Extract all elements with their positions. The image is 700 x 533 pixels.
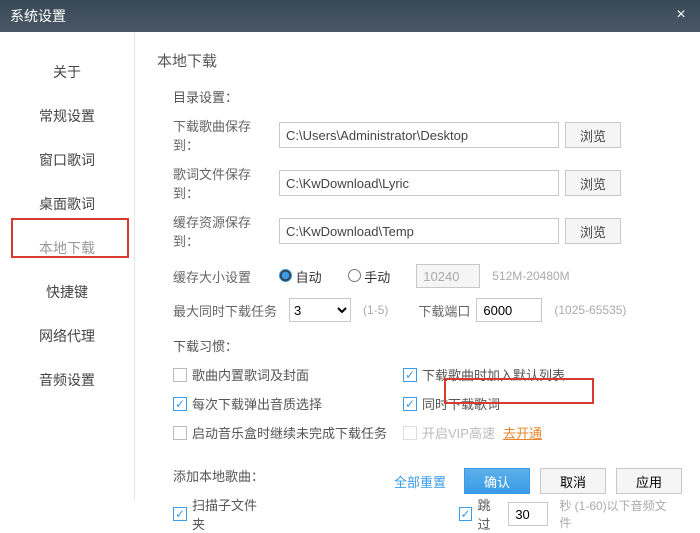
page-title: 本地下载 <box>157 50 678 71</box>
habit-resume[interactable]: 启动音乐盒时继续未完成下载任务 <box>173 423 403 442</box>
tasks-label: 最大同时下载任务 <box>173 301 283 320</box>
tasks-row: 最大同时下载任务 3 (1-5) 下载端口 (1025-65535) <box>157 298 678 322</box>
ok-button[interactable]: 确认 <box>464 468 530 494</box>
cache-size-hint: 512M-20480M <box>492 269 569 283</box>
cache-auto-radio[interactable]: 自动 <box>279 267 322 286</box>
sidebar-item-window-lyric[interactable]: 窗口歌词 <box>0 138 134 182</box>
reset-link[interactable]: 全部重置 <box>394 472 446 491</box>
skip-label: 跳过 <box>477 495 503 533</box>
habit-add-default[interactable]: 下载歌曲时加入默认列表 <box>403 365 633 384</box>
content: 关于 常规设置 窗口歌词 桌面歌词 本地下载 快捷键 网络代理 音频设置 本地下… <box>0 32 700 500</box>
lyric-path-row: 歌词文件保存到： 浏览 <box>157 164 678 202</box>
sidebar-item-about[interactable]: 关于 <box>0 50 134 94</box>
cancel-button[interactable]: 取消 <box>540 468 606 494</box>
song-path-row: 下载歌曲保存到： 浏览 <box>157 116 678 154</box>
cache-manual-radio[interactable]: 手动 <box>348 267 391 286</box>
port-hint: (1025-65535) <box>554 303 626 317</box>
close-icon[interactable]: × <box>672 7 690 25</box>
habit-quality[interactable]: 每次下载弹出音质选择 <box>173 394 403 413</box>
habit-embed[interactable]: 歌曲内置歌词及封面 <box>173 365 403 384</box>
apply-button[interactable]: 应用 <box>616 468 682 494</box>
tasks-hint: (1-5) <box>363 303 388 317</box>
cache-size-input <box>416 264 480 288</box>
cache-path-label: 缓存资源保存到： <box>173 212 273 250</box>
skip-input[interactable] <box>508 502 548 526</box>
sidebar-item-general[interactable]: 常规设置 <box>0 94 134 138</box>
cache-size-label: 缓存大小设置 <box>173 267 273 286</box>
sidebar: 关于 常规设置 窗口歌词 桌面歌词 本地下载 快捷键 网络代理 音频设置 <box>0 32 135 500</box>
habit-title: 下载习惯： <box>173 336 678 355</box>
add-row: 扫描子文件夹 跳过 秒 (1-60)以下音频文件 <box>157 495 678 533</box>
browse-lyric-button[interactable]: 浏览 <box>565 170 621 196</box>
lyric-path-input[interactable] <box>279 170 559 196</box>
tasks-select[interactable]: 3 <box>289 298 351 322</box>
song-path-label: 下载歌曲保存到： <box>173 116 273 154</box>
lyric-path-label: 歌词文件保存到： <box>173 164 273 202</box>
habit-sync-lyric[interactable]: 同时下载歌词 <box>403 394 633 413</box>
port-input[interactable] <box>476 298 542 322</box>
song-path-input[interactable] <box>279 122 559 148</box>
scan-checkbox[interactable] <box>173 507 187 521</box>
cache-path-input[interactable] <box>279 218 559 244</box>
sidebar-item-desktop-lyric[interactable]: 桌面歌词 <box>0 182 134 226</box>
sidebar-item-proxy[interactable]: 网络代理 <box>0 314 134 358</box>
dir-title: 目录设置： <box>173 87 678 106</box>
habit-group: 歌曲内置歌词及封面 下载歌曲时加入默认列表 每次下载弹出音质选择 同时下载歌词 … <box>157 365 678 452</box>
sidebar-item-audio[interactable]: 音频设置 <box>0 358 134 402</box>
main-panel: 本地下载 目录设置： 下载歌曲保存到： 浏览 歌词文件保存到： 浏览 缓存资源保… <box>135 32 700 500</box>
vip-link[interactable]: 去开通 <box>503 423 542 442</box>
browse-song-button[interactable]: 浏览 <box>565 122 621 148</box>
skip-checkbox[interactable] <box>459 507 473 521</box>
port-label: 下载端口 <box>418 301 470 320</box>
skip-hint: 秒 (1-60)以下音频文件 <box>559 497 678 531</box>
footer: 全部重置 确认 取消 应用 <box>394 468 682 494</box>
scan-label: 扫描子文件夹 <box>192 495 270 533</box>
cache-size-row: 缓存大小设置 自动 手动 512M-20480M <box>157 264 678 288</box>
sidebar-item-hotkey[interactable]: 快捷键 <box>0 270 134 314</box>
sidebar-item-local-download[interactable]: 本地下载 <box>0 226 134 270</box>
titlebar: 系统设置 × <box>0 0 700 32</box>
browse-cache-button[interactable]: 浏览 <box>565 218 621 244</box>
window-title: 系统设置 <box>10 6 672 26</box>
habit-vip[interactable]: 开启VIP高速去开通 <box>403 423 633 442</box>
cache-path-row: 缓存资源保存到： 浏览 <box>157 212 678 250</box>
